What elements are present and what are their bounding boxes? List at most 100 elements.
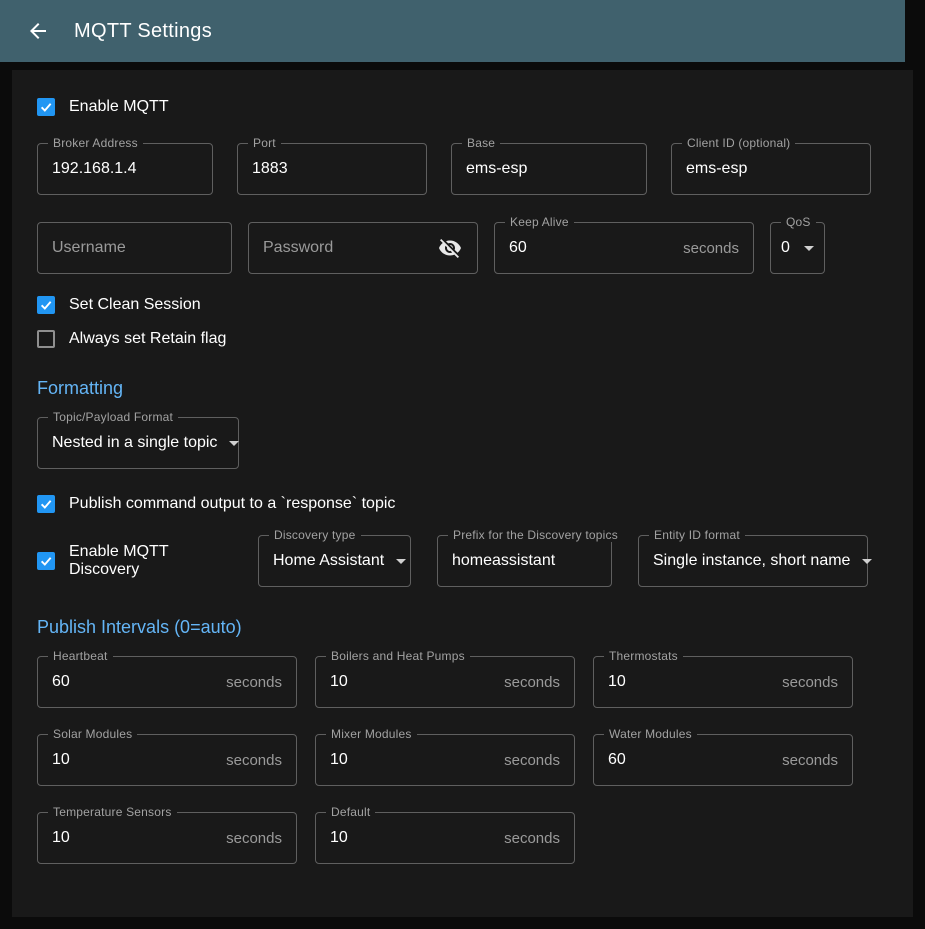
dropdown-arrow-icon	[862, 559, 872, 564]
solar-interval-field[interactable]: Solar Modules seconds	[37, 734, 297, 786]
checkbox-icon[interactable]	[37, 552, 55, 570]
app-bar: MQTT Settings	[0, 0, 905, 62]
qos-select[interactable]: QoS 0	[770, 222, 825, 274]
field-label: Entity ID format	[649, 528, 745, 542]
topic-format-row: Topic/Payload Format Nested in a single …	[37, 417, 888, 469]
checkbox-icon[interactable]	[37, 98, 55, 116]
solar-interval-input[interactable]	[52, 751, 216, 769]
enable-mqtt-checkbox[interactable]: Enable MQTT	[37, 98, 888, 116]
field-label: Water Modules	[604, 727, 697, 741]
base-input[interactable]	[466, 160, 632, 178]
base-field[interactable]: Base	[451, 143, 647, 195]
field-label: Broker Address	[48, 136, 143, 150]
boilers-interval-input[interactable]	[330, 673, 494, 691]
discovery-prefix-input[interactable]	[452, 552, 597, 570]
thermostats-interval-field[interactable]: Thermostats seconds	[593, 656, 853, 708]
publish-response-checkbox[interactable]: Publish command output to a `response` t…	[37, 495, 888, 513]
field-label: Temperature Sensors	[48, 805, 177, 819]
field-label: Port	[248, 136, 281, 150]
username-input[interactable]	[52, 239, 217, 257]
field-label: Boilers and Heat Pumps	[326, 649, 470, 663]
thermostats-interval-input[interactable]	[608, 673, 772, 691]
broker-address-field[interactable]: Broker Address	[37, 143, 213, 195]
unit-suffix: seconds	[772, 752, 838, 769]
checkbox-label: Set Clean Session	[69, 296, 201, 314]
check-icon	[39, 554, 53, 568]
dropdown-arrow-icon	[229, 441, 239, 446]
port-field[interactable]: Port	[237, 143, 427, 195]
discovery-prefix-field[interactable]: Prefix for the Discovery topics	[437, 535, 612, 587]
credentials-row: Keep Alive seconds QoS 0	[37, 222, 888, 274]
field-label: Solar Modules	[48, 727, 137, 741]
retain-flag-checkbox[interactable]: Always set Retain flag	[37, 330, 888, 348]
entity-id-format-select[interactable]: Entity ID format Single instance, short …	[638, 535, 868, 587]
field-label: Discovery type	[269, 528, 361, 542]
password-input[interactable]	[263, 239, 437, 257]
check-icon	[39, 298, 53, 312]
unit-suffix: seconds	[494, 752, 560, 769]
arrow-left-icon	[26, 19, 50, 43]
client-id-field[interactable]: Client ID (optional)	[671, 143, 871, 195]
enable-discovery-checkbox[interactable]: Enable MQTT Discovery	[37, 543, 232, 579]
toggle-password-visibility-button[interactable]	[437, 235, 463, 261]
settings-card: Enable MQTT Broker Address Port Base Cli…	[12, 70, 913, 917]
dropdown-arrow-icon	[804, 246, 814, 251]
field-label: Prefix for the Discovery topics	[448, 528, 623, 542]
field-label: Heartbeat	[48, 649, 113, 663]
temperature-sensors-interval-input[interactable]	[52, 829, 216, 847]
temperature-sensors-interval-field[interactable]: Temperature Sensors seconds	[37, 812, 297, 864]
field-label: QoS	[781, 215, 816, 229]
water-interval-input[interactable]	[608, 751, 772, 769]
field-label: Default	[326, 805, 375, 819]
broker-address-input[interactable]	[52, 160, 198, 178]
checkbox-label: Enable MQTT	[69, 98, 169, 116]
entity-id-format-value: Single instance, short name	[653, 552, 850, 570]
dropdown-arrow-icon	[396, 559, 406, 564]
default-interval-input[interactable]	[330, 829, 494, 847]
checkbox-icon[interactable]	[37, 330, 55, 348]
visibility-off-icon	[438, 236, 462, 260]
username-field[interactable]	[37, 222, 232, 274]
field-label: Mixer Modules	[326, 727, 417, 741]
mixer-interval-field[interactable]: Mixer Modules seconds	[315, 734, 575, 786]
page-title: MQTT Settings	[74, 20, 212, 43]
checkbox-label: Always set Retain flag	[69, 330, 226, 348]
unit-suffix: seconds	[216, 752, 282, 769]
back-button[interactable]	[24, 17, 52, 45]
checkbox-label: Publish command output to a `response` t…	[69, 495, 395, 513]
heartbeat-interval-input[interactable]	[52, 673, 216, 691]
default-interval-field[interactable]: Default seconds	[315, 812, 575, 864]
check-icon	[39, 497, 53, 511]
mixer-interval-input[interactable]	[330, 751, 494, 769]
water-interval-field[interactable]: Water Modules seconds	[593, 734, 853, 786]
broker-row: Broker Address Port Base Client ID (opti…	[37, 143, 888, 195]
checkbox-label: Enable MQTT Discovery	[69, 543, 232, 579]
boilers-interval-field[interactable]: Boilers and Heat Pumps seconds	[315, 656, 575, 708]
unit-suffix: seconds	[494, 830, 560, 847]
heartbeat-interval-field[interactable]: Heartbeat seconds	[37, 656, 297, 708]
field-label: Client ID (optional)	[682, 136, 795, 150]
checkbox-icon[interactable]	[37, 495, 55, 513]
qos-value: 0	[781, 239, 790, 257]
client-id-input[interactable]	[686, 160, 856, 178]
field-label: Keep Alive	[505, 215, 574, 229]
port-input[interactable]	[252, 160, 412, 178]
publish-intervals-grid: Heartbeat seconds Boilers and Heat Pumps…	[37, 656, 888, 864]
password-field[interactable]	[248, 222, 478, 274]
keep-alive-field[interactable]: Keep Alive seconds	[494, 222, 754, 274]
formatting-heading: Formatting	[37, 378, 888, 399]
discovery-row: Enable MQTT Discovery Discovery type Hom…	[37, 535, 888, 587]
topic-format-select[interactable]: Topic/Payload Format Nested in a single …	[37, 417, 239, 469]
discovery-type-select[interactable]: Discovery type Home Assistant	[258, 535, 411, 587]
unit-suffix: seconds	[216, 674, 282, 691]
field-label: Thermostats	[604, 649, 683, 663]
checkbox-icon[interactable]	[37, 296, 55, 314]
publish-intervals-heading: Publish Intervals (0=auto)	[37, 617, 888, 638]
keep-alive-input[interactable]	[509, 239, 673, 257]
discovery-type-value: Home Assistant	[273, 552, 384, 570]
topic-format-value: Nested in a single topic	[52, 434, 217, 452]
field-label: Base	[462, 136, 500, 150]
unit-suffix: seconds	[772, 674, 838, 691]
clean-session-checkbox[interactable]: Set Clean Session	[37, 296, 888, 314]
unit-suffix: seconds	[216, 830, 282, 847]
